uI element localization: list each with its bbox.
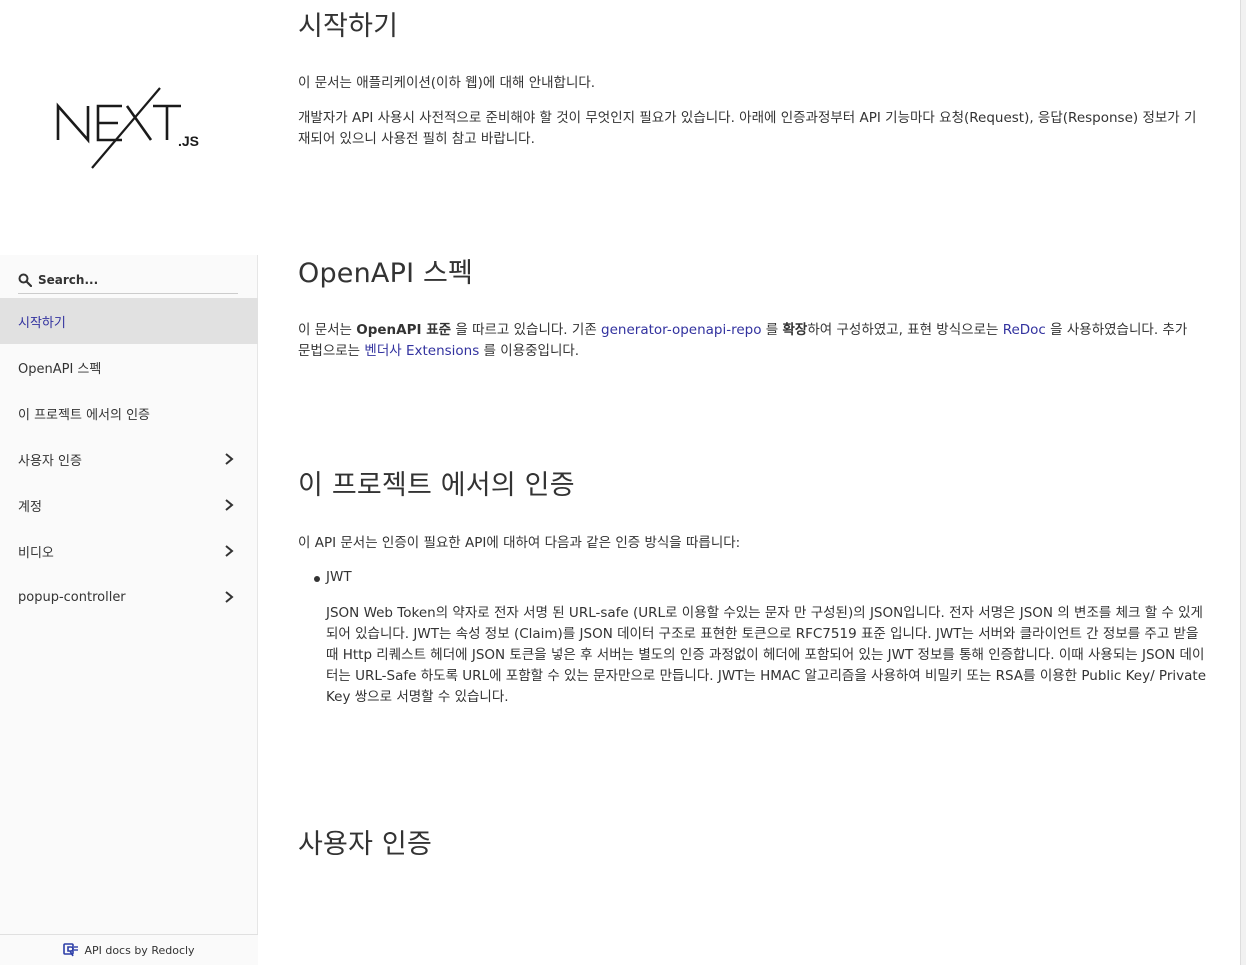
openapi-paragraph: 이 문서는 OpenAPI 표준 을 따르고 있습니다. 기존 generato…: [298, 322, 1188, 359]
chevron-right-icon: [225, 453, 234, 465]
section-title-getting-started: 시작하기: [298, 11, 399, 42]
intro-paragraph: 이 문서는 애플리케이션(이하 웹)에 대해 안내합니다.: [298, 75, 596, 91]
sidebar-item-label: 비디오: [18, 545, 54, 561]
nextjs-logo: .JS: [56, 87, 199, 169]
chevron-right-icon: [225, 499, 234, 511]
sidebar-item-label: 사용자 인증: [18, 453, 82, 469]
sidebar: .JS 시작하기 OpenAPI 스펙 이 프로젝트 에서의 인증 사용자 인증…: [0, 0, 258, 965]
search-icon: [18, 273, 32, 287]
sidebar-item-label: 계정: [18, 499, 42, 515]
jwt-bullet-label: JWT: [326, 569, 352, 585]
sidebar-item-user-auth[interactable]: 사용자 인증: [0, 436, 258, 482]
main-content: 시작하기 이 문서는 애플리케이션(이하 웹)에 대해 안내합니다. 개발자가 …: [258, 0, 1236, 965]
chevron-right-icon: [225, 545, 234, 557]
redocly-icon: [63, 943, 79, 957]
generator-openapi-repo-link[interactable]: generator-openapi-repo: [601, 322, 761, 338]
sidebar-item-label: OpenAPI 스펙: [18, 361, 102, 377]
chevron-right-icon: [225, 591, 234, 603]
redocly-label: API docs by Redocly: [84, 943, 195, 957]
svg-text:.JS: .JS: [178, 133, 199, 149]
sidebar-item-openapi-spec[interactable]: OpenAPI 스펙: [0, 344, 258, 390]
extension-text: 확장: [782, 322, 808, 338]
redocly-footer-link[interactable]: API docs by Redocly: [0, 934, 258, 965]
bullet-dot: [314, 576, 320, 582]
sidebar-item-label: 시작하기: [18, 315, 66, 331]
auth-intro-paragraph: 이 API 문서는 인증이 필요한 API에 대하여 다음과 같은 인증 방식을…: [298, 535, 741, 551]
logo-area: .JS: [0, 0, 258, 255]
section-title-user-auth: 사용자 인증: [298, 829, 432, 860]
sidebar-item-label: 이 프로젝트 에서의 인증: [18, 407, 150, 423]
scrollbar[interactable]: [1240, 0, 1246, 965]
jwt-description: JSON Web Token의 약자로 전자 서명 된 URL-safe (UR…: [326, 605, 1207, 705]
sidebar-item-project-auth[interactable]: 이 프로젝트 에서의 인증: [0, 390, 258, 436]
sidebar-item-getting-started[interactable]: 시작하기: [0, 298, 258, 344]
section-title-project-auth: 이 프로젝트 에서의 인증: [298, 470, 575, 501]
section-title-openapi-spec: OpenAPI 스펙: [298, 258, 474, 289]
sidebar-item-label: popup-controller: [18, 589, 126, 605]
preparation-paragraph: 개발자가 API 사용시 사전적으로 준비해야 할 것이 무엇인지 필요가 있습…: [298, 110, 1197, 147]
search-input[interactable]: [38, 272, 228, 287]
sidebar-item-account[interactable]: 계정: [0, 482, 258, 528]
sidebar-item-video[interactable]: 비디오: [0, 528, 258, 574]
vendor-extensions-link[interactable]: 벤더사 Extensions: [364, 343, 479, 359]
openapi-standard-text: OpenAPI 표준: [356, 322, 452, 338]
redoc-link[interactable]: ReDoc: [1003, 322, 1046, 338]
search-box[interactable]: [18, 266, 238, 294]
sidebar-item-popup-controller[interactable]: popup-controller: [0, 574, 258, 620]
sidebar-menu: 시작하기 OpenAPI 스펙 이 프로젝트 에서의 인증 사용자 인증 계정 …: [0, 298, 258, 620]
